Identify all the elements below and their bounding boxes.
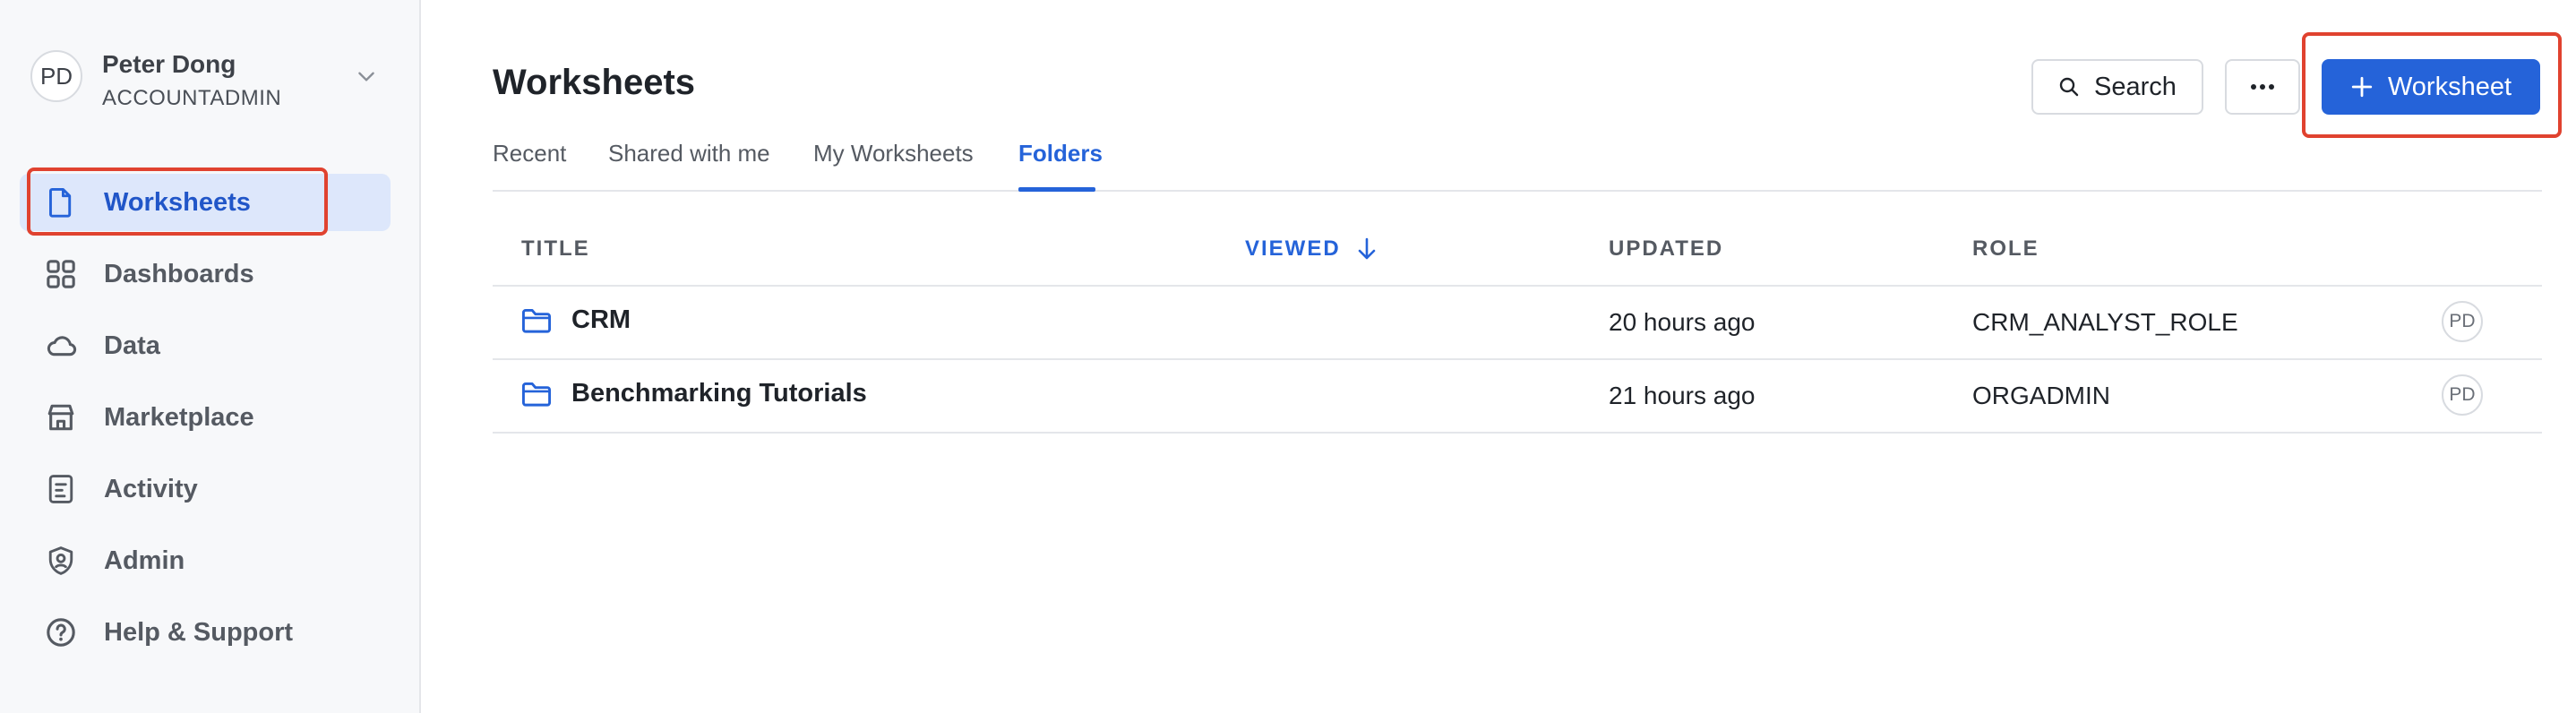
row-role: CRM_ANALYST_ROLE xyxy=(1972,308,2238,336)
grid-icon xyxy=(45,258,77,290)
tab-folders[interactable]: Folders xyxy=(1018,140,1103,168)
sidebar: PD Peter Dong ACCOUNTADMIN Worksheets Da… xyxy=(0,0,421,713)
row-title: CRM xyxy=(571,305,631,334)
tab-shared-with-me[interactable]: Shared with me xyxy=(608,140,770,168)
sidebar-item-label: Data xyxy=(104,331,160,360)
row-title: Benchmarking Tutorials xyxy=(571,379,867,408)
arrow-down-icon xyxy=(1358,237,1375,260)
highlight-box xyxy=(27,168,328,236)
more-icon xyxy=(2251,84,2274,90)
sidebar-item-admin[interactable]: Admin xyxy=(20,532,391,589)
sidebar-item-marketplace[interactable]: Marketplace xyxy=(20,389,391,446)
user-role: ACCOUNTADMIN xyxy=(102,86,282,110)
search-icon xyxy=(2059,77,2079,97)
sidebar-item-label: Activity xyxy=(104,474,198,503)
help-icon xyxy=(45,616,77,649)
row-role: ORGADMIN xyxy=(1972,382,2110,409)
row-updated: 20 hours ago xyxy=(1609,308,1756,336)
highlight-box xyxy=(2302,32,2562,138)
sidebar-item-label: Dashboards xyxy=(104,259,254,288)
sidebar-item-label: Marketplace xyxy=(104,402,254,432)
list-icon xyxy=(45,473,77,505)
shield-icon xyxy=(45,545,77,577)
column-header-viewed[interactable]: VIEWED xyxy=(1245,236,1377,262)
table-row[interactable]: CRM xyxy=(521,305,631,335)
column-header-title[interactable]: TITLE xyxy=(521,236,590,262)
avatar: PD xyxy=(30,50,82,102)
row-updated: 21 hours ago xyxy=(1609,382,1756,409)
table-row[interactable]: Benchmarking Tutorials xyxy=(521,379,867,408)
user-name: Peter Dong xyxy=(102,50,236,78)
cloud-icon xyxy=(45,330,77,362)
search-button-label: Search xyxy=(2094,72,2177,101)
column-header-updated[interactable]: UPDATED xyxy=(1609,236,1723,262)
tabs-divider xyxy=(493,190,2542,192)
owner-avatar: PD xyxy=(2442,374,2483,416)
sidebar-item-label: Help & Support xyxy=(104,617,294,647)
divider xyxy=(493,358,2542,360)
tab-recent[interactable]: Recent xyxy=(493,140,566,168)
more-options-button[interactable] xyxy=(2225,59,2300,115)
sidebar-item-help-support[interactable]: Help & Support xyxy=(20,604,391,661)
store-icon xyxy=(45,401,77,434)
active-tab-indicator xyxy=(1018,187,1095,192)
sidebar-item-activity[interactable]: Activity xyxy=(20,460,391,518)
search-button[interactable]: Search xyxy=(2031,59,2203,115)
chevron-down-icon[interactable] xyxy=(355,64,378,88)
column-header-role[interactable]: ROLE xyxy=(1972,236,2039,262)
sidebar-item-label: Admin xyxy=(104,545,185,575)
divider xyxy=(493,432,2542,434)
tab-my-worksheets[interactable]: My Worksheets xyxy=(813,140,974,168)
user-menu[interactable]: PD Peter Dong ACCOUNTADMIN xyxy=(30,45,389,110)
page-title: Worksheets xyxy=(493,63,696,102)
folder-icon xyxy=(521,382,552,407)
divider xyxy=(493,285,2542,287)
owner-avatar: PD xyxy=(2442,301,2483,342)
sidebar-item-dashboards[interactable]: Dashboards xyxy=(20,245,391,303)
folder-icon xyxy=(521,308,552,333)
sidebar-item-data[interactable]: Data xyxy=(20,317,391,374)
column-header-label: VIEWED xyxy=(1245,236,1341,261)
